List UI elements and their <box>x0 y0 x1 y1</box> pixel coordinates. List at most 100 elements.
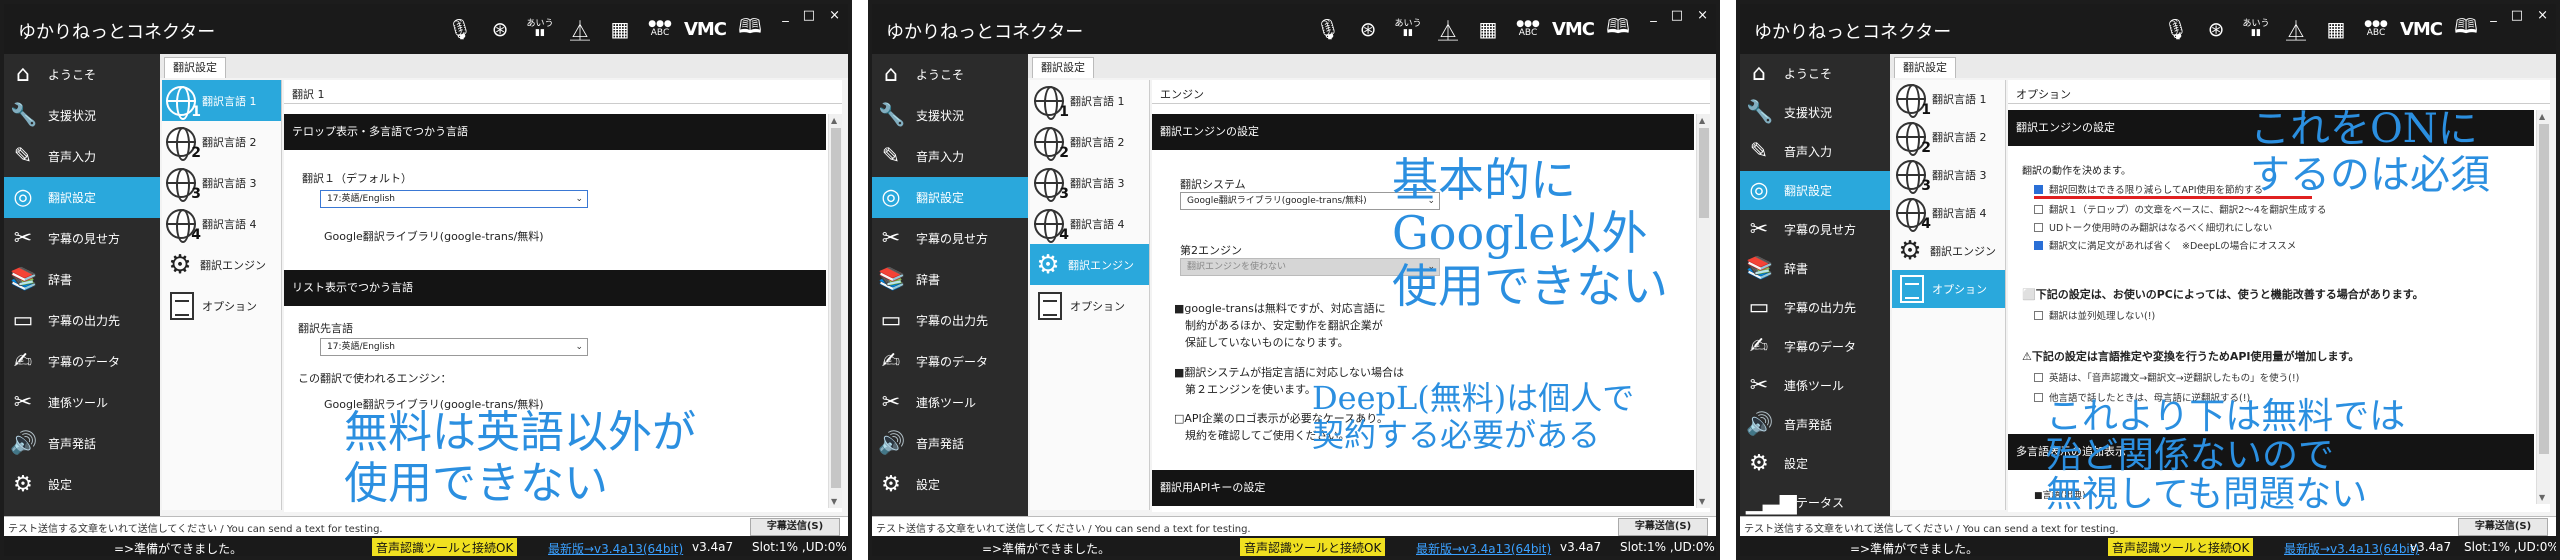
sidebar-item-translation[interactable]: ◎ 翻訳設定 <box>872 177 1028 218</box>
sidebar-item-settings[interactable]: ⚙ 設定 <box>872 464 1028 505</box>
users-icon[interactable]: ●●● ABC <box>2360 14 2392 44</box>
system-select[interactable]: Google翻訳ライブラリ(google-trans/無料) ⌄ <box>1180 192 1440 210</box>
close-button[interactable]: × <box>829 8 840 23</box>
checkbox[interactable] <box>2034 392 2043 402</box>
audio-icon[interactable]: あいう ▮▮ <box>524 14 556 44</box>
scroll-down-icon[interactable]: ▼ <box>831 497 837 506</box>
test-text-input[interactable]: テスト送信する文章をいれて送信してください / You can send a t… <box>876 520 1516 535</box>
test-text-input[interactable]: テスト送信する文章をいれて送信してください / You can send a t… <box>8 520 648 535</box>
scroll-down-icon[interactable]: ▼ <box>1699 497 1705 506</box>
book-icon[interactable]: 🕮 <box>1602 14 1634 44</box>
sidebar-item-speech[interactable]: 🔊 音声発話 <box>4 423 160 464</box>
checkbox-row[interactable]: 翻訳文に満足文があれば省く ※DeepLの場合にオススメ <box>2034 238 2296 252</box>
sidebar-item-output[interactable]: ▭ 字幕の出力先 <box>4 300 160 341</box>
scroll-down-icon[interactable]: ▼ <box>2539 493 2545 502</box>
sidebar-item-welcome[interactable]: ⌂ ようこそ <box>4 54 160 95</box>
sub-item-lang-1[interactable]: 1 翻訳言語 1 <box>1892 80 2005 118</box>
sub-item-options[interactable]: オプション <box>162 285 281 326</box>
sub-item-engine[interactable]: ⚙ 翻訳エンジン <box>1892 232 2005 270</box>
vmc-icon[interactable]: VMC <box>2400 14 2443 44</box>
checkbox[interactable] <box>2034 310 2043 320</box>
sidebar-item-settings[interactable]: ⚙ 設定 <box>1740 444 1890 483</box>
checkbox-row[interactable]: UDトーク使用時のみ翻訳はなるべく細切れにしない <box>2034 220 2272 234</box>
vmc-icon[interactable]: VMC <box>684 14 727 44</box>
sidebar-item-voice-input[interactable]: ✎ 音声入力 <box>4 136 160 177</box>
sidebar-item-subtitle-view[interactable]: ✂ 字幕の見せ方 <box>4 218 160 259</box>
sub-item-lang-1[interactable]: 1 翻訳言語 1 <box>1030 80 1149 121</box>
sub-item-lang-4[interactable]: 4 翻訳言語 4 <box>1892 194 2005 232</box>
microphone-icon[interactable]: 🎙 <box>444 14 476 44</box>
sidebar-item-dictionary[interactable]: 📚 辞書 <box>872 259 1028 300</box>
scrollbar[interactable]: ▲ ▼ <box>828 114 842 508</box>
checkbox-row[interactable]: 翻訳１（テロップ）の文章をベースに、翻訳2〜4を翻訳生成する <box>2034 202 2326 216</box>
update-link[interactable]: 最新版→v3.4a13(64bit) <box>2284 540 2419 556</box>
send-subtitle-button[interactable]: 字幕送信(S) <box>750 518 840 536</box>
maximize-button[interactable]: □ <box>2511 8 2523 23</box>
minimize-button[interactable]: _ <box>2490 8 2497 23</box>
sub-item-engine[interactable]: ⚙ 翻訳エンジン <box>1030 244 1149 285</box>
checkbox-checked[interactable] <box>2034 184 2043 194</box>
maximize-button[interactable]: □ <box>803 8 815 23</box>
sidebar-item-link-tools[interactable]: ✂ 連係ツール <box>872 382 1028 423</box>
sub-item-lang-2[interactable]: 2 翻訳言語 2 <box>162 121 281 162</box>
sidebar-item-translation[interactable]: ◎ 翻訳設定 <box>1740 171 1890 210</box>
sub-item-lang-2[interactable]: 2 翻訳言語 2 <box>1892 118 2005 156</box>
table-icon[interactable]: ▦ <box>1472 14 1504 44</box>
checkbox[interactable] <box>2034 204 2043 214</box>
broadcast-tower-icon[interactable]: ⏅ <box>564 14 596 44</box>
sidebar-item-support[interactable]: 🔧 支援状況 <box>4 95 160 136</box>
sub-item-lang-1[interactable]: 1 翻訳言語 1 <box>162 80 281 121</box>
test-text-input[interactable]: テスト送信する文章をいれて送信してください / You can send a t… <box>1744 520 2184 535</box>
sidebar-item-translation[interactable]: ◎ 翻訳設定 <box>4 177 160 218</box>
book-icon[interactable]: 🕮 <box>2450 14 2482 44</box>
sub-item-lang-3[interactable]: 3 翻訳言語 3 <box>1892 156 2005 194</box>
users-icon[interactable]: ●●● ABC <box>1512 14 1544 44</box>
send-subtitle-button[interactable]: 字幕送信(S) <box>1618 518 1708 536</box>
tab-translation-settings[interactable]: 翻訳設定 <box>1032 57 1094 78</box>
sub-item-lang-3[interactable]: 3 翻訳言語 3 <box>162 162 281 203</box>
sidebar-item-support[interactable]: 🔧 支援状況 <box>872 95 1028 136</box>
sidebar-item-support[interactable]: 🔧 支援状況 <box>1740 93 1890 132</box>
sidebar-item-data[interactable]: ✍ 字幕のデータ <box>872 341 1028 382</box>
checkbox-row[interactable]: 英語は、「音声認識文→翻訳文→逆翻訳したもの」を使う(!) <box>2034 370 2299 384</box>
broadcast-tower-icon[interactable]: ⏅ <box>2280 14 2312 44</box>
target-language-select[interactable]: 17:英語/English ⌄ <box>320 338 588 356</box>
sub-item-lang-4[interactable]: 4 翻訳言語 4 <box>1030 203 1149 244</box>
checkbox-row[interactable]: 翻訳回数はできる限り減らしてAPI使用を節約する <box>2034 182 2263 196</box>
checkbox-row[interactable]: 翻訳は並列処理しない(!) <box>2034 308 2155 322</box>
language-select[interactable]: 17:英語/English ⌄ <box>320 190 588 208</box>
scroll-thumb[interactable] <box>2539 124 2549 454</box>
maximize-button[interactable]: □ <box>1671 8 1683 23</box>
sidebar-item-welcome[interactable]: ⌂ ようこそ <box>872 54 1028 95</box>
scroll-up-icon[interactable]: ▲ <box>1699 116 1705 125</box>
vmc-icon[interactable]: VMC <box>1552 14 1595 44</box>
tab-translation-settings[interactable]: 翻訳設定 <box>1894 57 1956 78</box>
sidebar-item-voice-input[interactable]: ✎ 音声入力 <box>1740 132 1890 171</box>
sub-item-lang-2[interactable]: 2 翻訳言語 2 <box>1030 121 1149 162</box>
table-icon[interactable]: ▦ <box>604 14 636 44</box>
sub-item-lang-3[interactable]: 3 翻訳言語 3 <box>1030 162 1149 203</box>
checkbox[interactable] <box>2034 222 2043 232</box>
second-engine-select[interactable]: 翻訳エンジンを使わない ⌄ <box>1180 258 1440 276</box>
checkbox-row[interactable]: 他言語で話したときは、母言語に逆翻訳する(!) <box>2034 390 2250 404</box>
close-button[interactable]: × <box>1697 8 1708 23</box>
minimize-button[interactable]: _ <box>782 8 789 23</box>
sidebar-item-welcome[interactable]: ⌂ ようこそ <box>1740 54 1890 93</box>
scroll-up-icon[interactable]: ▲ <box>2539 112 2545 121</box>
audio-icon[interactable]: あいう ▮▮ <box>2240 14 2272 44</box>
sidebar-item-speech[interactable]: 🔊 音声発話 <box>872 423 1028 464</box>
minimize-button[interactable]: _ <box>1650 8 1657 23</box>
update-link[interactable]: 最新版→v3.4a13(64bit) <box>548 540 683 556</box>
sub-item-options[interactable]: オプション <box>1030 285 1149 326</box>
update-link[interactable]: 最新版→v3.4a13(64bit) <box>1416 540 1551 556</box>
swirl-icon[interactable]: ⊛ <box>2200 14 2232 44</box>
sidebar-item-dictionary[interactable]: 📚 辞書 <box>4 259 160 300</box>
sub-item-engine[interactable]: ⚙ 翻訳エンジン <box>162 244 281 285</box>
scroll-thumb[interactable] <box>1699 128 1709 218</box>
tab-translation-settings[interactable]: 翻訳設定 <box>164 57 226 78</box>
sidebar-item-subtitle-view[interactable]: ✂ 字幕の見せ方 <box>1740 210 1890 249</box>
swirl-icon[interactable]: ⊛ <box>1352 14 1384 44</box>
scroll-thumb[interactable] <box>831 128 841 488</box>
send-subtitle-button[interactable]: 字幕送信(S) <box>2458 518 2548 536</box>
sidebar-item-settings[interactable]: ⚙ 設定 <box>4 464 160 505</box>
